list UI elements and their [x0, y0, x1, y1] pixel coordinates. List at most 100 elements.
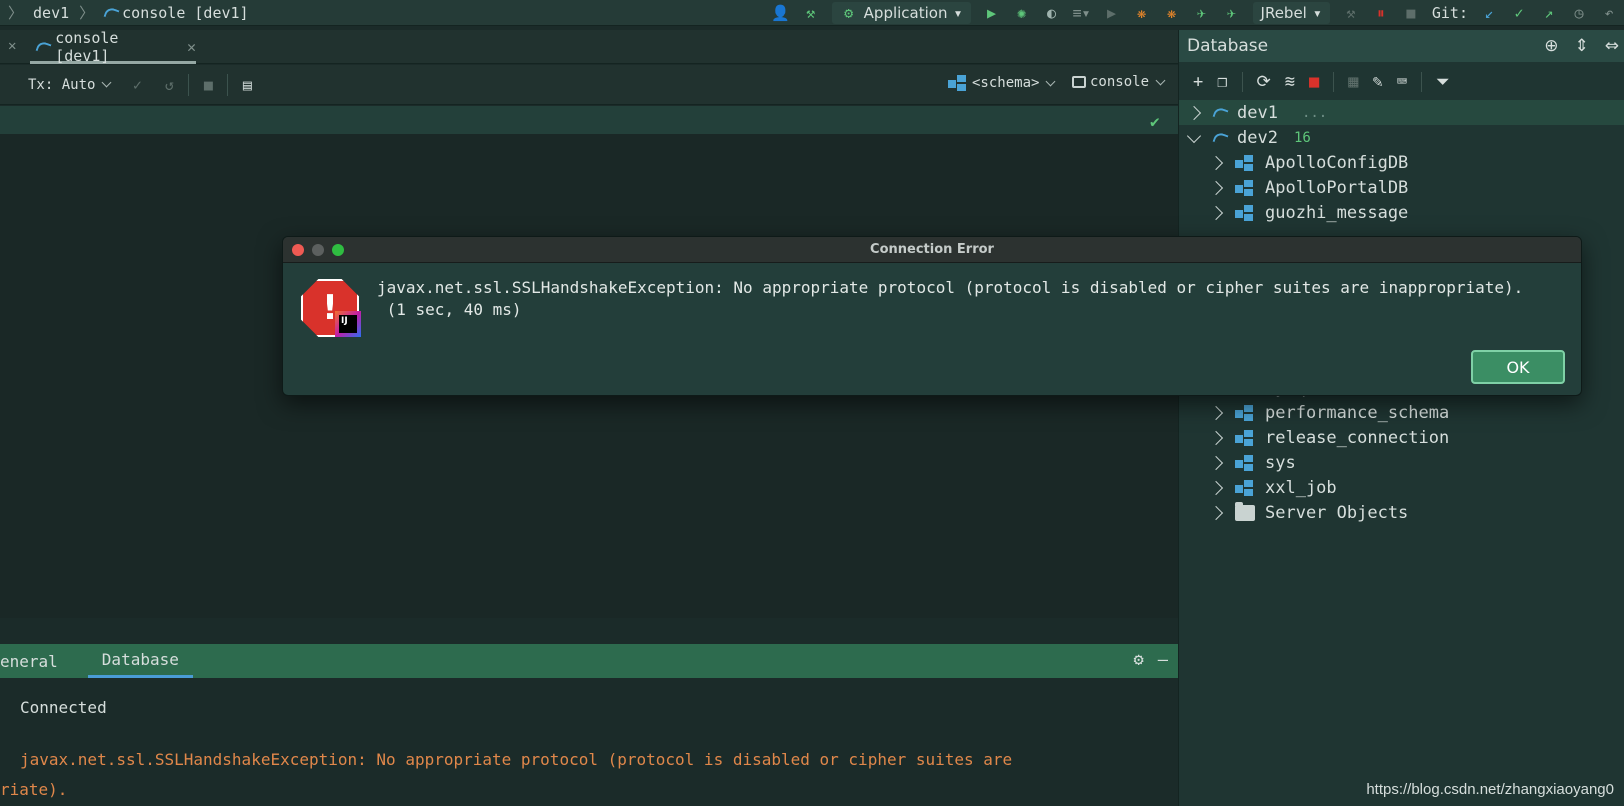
ok-button[interactable]: OK [1471, 350, 1565, 384]
disconnect-icon[interactable]: ■ [1309, 72, 1319, 92]
tool-window-actions: ⚙ — [1134, 650, 1169, 670]
minimize-icon[interactable]: — [1158, 650, 1168, 670]
database-toolbar: + ❐ ⟳ ≋ ■ ▦ ✎ ⌨ ⏷ [1179, 66, 1624, 98]
coverage-icon[interactable]: ◐ [1043, 4, 1061, 22]
rollback-icon[interactable]: ↺ [160, 76, 178, 94]
output-line-error: riate). [0, 780, 68, 799]
close-icon[interactable]: ✕ [187, 38, 196, 56]
tree-item-dev2[interactable]: dev2 16 [1179, 125, 1624, 150]
output-line-error: javax.net.ssl.SSLHandshakeException: No … [20, 750, 1013, 769]
panel-title: Database [1187, 36, 1269, 56]
expand-all-icon[interactable]: ⇕ [1575, 36, 1589, 56]
tree-item-server-objects[interactable]: Server Objects [1179, 500, 1624, 525]
panel-header-actions: ⊕ ⇕ ⇔ [1544, 36, 1619, 56]
expand-arrow-icon[interactable] [1208, 180, 1224, 195]
transaction-mode-select[interactable]: Tx: Auto [0, 77, 114, 93]
tree-item-schema[interactable]: performance_schema [1179, 400, 1624, 425]
expand-arrow-icon[interactable] [1208, 505, 1224, 520]
main-toolbar: 👤 ⚒ ⚙ Application ▾ ▶ ✺ ◐ ≡▾ ▶ ❋ ❋ ✈ ✈ J… [771, 0, 1624, 26]
expand-arrow-icon[interactable] [1208, 205, 1224, 220]
collapse-arrow-icon[interactable] [1186, 128, 1202, 143]
debug-icon[interactable]: ✺ [1013, 4, 1031, 22]
services-tab-bar: eneral Database ⚙ — [0, 644, 1178, 678]
build-hammer-icon[interactable]: ⚒ [802, 4, 820, 22]
tree-item-schema[interactable]: release_connection [1179, 425, 1624, 450]
tree-item-schema[interactable]: xxl_job [1179, 475, 1624, 500]
inspection-ok-icon: ✔ [1150, 112, 1160, 131]
stop-debug-icon[interactable]: ⏸ [1372, 4, 1390, 22]
jrebel-run-icon[interactable]: ❋ [1133, 4, 1151, 22]
schema-icon [1235, 179, 1255, 197]
expand-arrow-icon[interactable] [1208, 455, 1224, 470]
filter-icon[interactable]: ⏷ [1436, 72, 1450, 92]
chevron-right-icon: 〉 [8, 4, 24, 22]
tab-label: Database [101, 650, 179, 669]
expand-arrow-icon[interactable] [1208, 480, 1224, 495]
tree-item-dev1[interactable]: dev1 ... [1179, 100, 1624, 125]
jrebel-sync-icon[interactable]: ✈ [1223, 4, 1241, 22]
tab-general[interactable]: eneral [0, 644, 72, 678]
jrebel-label: JRebel [1260, 4, 1307, 22]
refresh-icon[interactable]: ⟳ [1257, 72, 1271, 92]
git-history-icon[interactable]: ◷ [1570, 4, 1588, 22]
collapse-icon[interactable]: ⇔ [1605, 36, 1619, 56]
dialog-title: Connection Error [870, 242, 994, 257]
session-icon [1072, 76, 1086, 88]
profile-icon[interactable]: ≡▾ [1072, 4, 1090, 22]
schema-settings-icon[interactable]: ≋ [1285, 72, 1295, 92]
error-icon: ! IJ [301, 279, 361, 337]
user-icon[interactable]: 👤 [771, 4, 790, 22]
ql-console-icon[interactable]: ⌨ [1397, 72, 1407, 92]
git-update-icon[interactable]: ↙ [1480, 4, 1498, 22]
edit-icon[interactable]: ✎ [1373, 72, 1383, 92]
commit-icon[interactable]: ✓ [128, 76, 146, 94]
tab-database[interactable]: Database [87, 644, 193, 678]
close-icon[interactable]: ✕ [8, 38, 16, 54]
chevron-down-icon [1045, 76, 1056, 86]
table-icon[interactable]: ▦ [1348, 72, 1358, 92]
spring-icon: ⚙ [844, 4, 854, 22]
expand-arrow-icon[interactable] [1208, 155, 1224, 170]
jrebel-select[interactable]: JRebel ▾ [1252, 2, 1330, 24]
tab-console-dev1[interactable]: console [dev1] ✕ [30, 29, 196, 65]
session-select[interactable]: console [1072, 74, 1168, 90]
stop-icon[interactable]: ■ [1402, 4, 1420, 22]
expand-arrow-icon[interactable] [1208, 405, 1224, 420]
jrebel-deploy-icon[interactable]: ✈ [1193, 4, 1211, 22]
editor-tab-strip: ✕ console [dev1] ✕ [0, 29, 1178, 65]
chevron-down-icon [101, 77, 112, 88]
cancel-query-icon[interactable]: ■ [199, 76, 217, 94]
breadcrumb-console[interactable]: console [dev1] [122, 4, 248, 22]
run-icon[interactable]: ▶ [983, 4, 1001, 22]
git-rollback-icon[interactable]: ↶ [1600, 4, 1618, 22]
minimize-window-button[interactable] [312, 244, 324, 256]
hammer-icon[interactable]: ⚒ [1342, 4, 1360, 22]
expand-arrow-icon[interactable] [1208, 430, 1224, 445]
tree-item-schema[interactable]: guozhi_message [1179, 200, 1624, 225]
toolbar-divider [227, 73, 229, 96]
dropdown-arrow-icon: ▾ [953, 4, 963, 22]
schema-icon [948, 74, 968, 92]
tree-item-label: release_connection [1265, 427, 1450, 448]
datasource-icon [1213, 131, 1227, 145]
tree-item-schema[interactable]: ApolloPortalDB [1179, 175, 1624, 200]
table-view-icon[interactable]: ▤ [238, 76, 256, 94]
zoom-window-button[interactable] [332, 244, 344, 256]
add-icon[interactable]: + [1193, 72, 1203, 92]
chevron-down-icon [1155, 75, 1166, 85]
copy-icon[interactable]: ❐ [1217, 72, 1227, 92]
tree-item-schema[interactable]: sys [1179, 450, 1624, 475]
expand-arrow-icon[interactable] [1186, 105, 1202, 120]
session-label: console [1090, 74, 1150, 90]
resume-icon[interactable]: ▶ [1103, 4, 1121, 22]
locate-icon[interactable]: ⊕ [1544, 36, 1558, 56]
jrebel-debug-icon[interactable]: ❋ [1163, 4, 1181, 22]
gear-icon[interactable]: ⚙ [1134, 650, 1144, 670]
schema-select[interactable]: <schema> [948, 74, 1058, 92]
tree-item-schema[interactable]: ApolloConfigDB [1179, 150, 1624, 175]
close-window-button[interactable] [292, 244, 304, 256]
git-push-icon[interactable]: ↗ [1540, 4, 1558, 22]
run-configuration-select[interactable]: ⚙ Application ▾ [831, 2, 971, 24]
git-commit-icon[interactable]: ✓ [1510, 4, 1528, 22]
breadcrumb-project[interactable]: dev1 [33, 4, 69, 22]
